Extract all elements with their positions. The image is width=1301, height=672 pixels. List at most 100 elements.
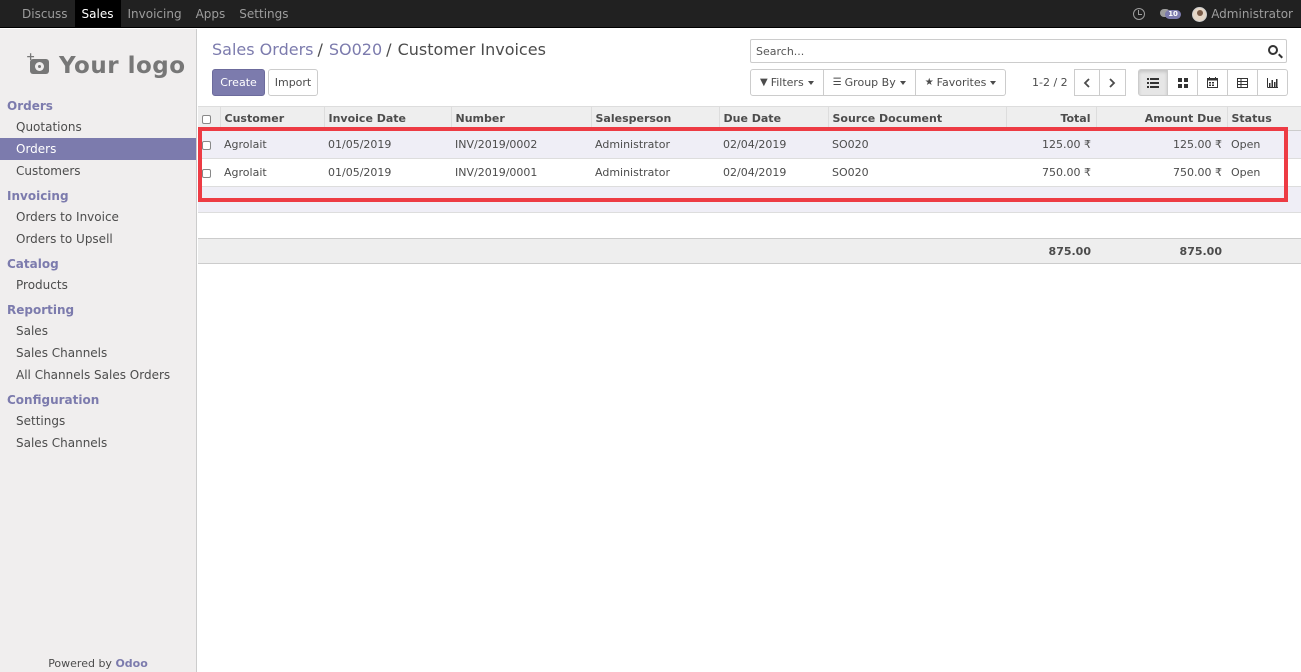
cell-number: INV/2019/0001 bbox=[451, 158, 591, 187]
caret-down-icon bbox=[807, 80, 814, 85]
calendar-view-button[interactable] bbox=[1198, 69, 1228, 96]
bars-icon: ☰ bbox=[832, 77, 842, 88]
kanban-icon bbox=[1177, 77, 1188, 88]
pivot-view-button[interactable] bbox=[1228, 69, 1258, 96]
group-by-dropdown[interactable]: ☰ Group By bbox=[823, 69, 916, 96]
messages-icon[interactable]: 10 bbox=[1160, 8, 1181, 20]
search-icon[interactable] bbox=[1268, 45, 1278, 55]
cell-status: Open bbox=[1227, 130, 1301, 159]
import-button[interactable]: Import bbox=[268, 69, 318, 96]
sidebar-item-config-sales-channels[interactable]: Sales Channels bbox=[0, 432, 196, 454]
breadcrumb-sales-orders[interactable]: Sales Orders bbox=[212, 40, 313, 59]
search-input[interactable] bbox=[751, 40, 1251, 62]
list-view-button[interactable] bbox=[1138, 69, 1168, 96]
footer-amount-due: 875.00 bbox=[1096, 238, 1227, 264]
camera-icon bbox=[30, 58, 49, 74]
calendar-icon bbox=[1207, 77, 1218, 88]
breadcrumb-so020[interactable]: SO020 bbox=[329, 40, 382, 59]
pager-previous-button[interactable] bbox=[1073, 69, 1100, 96]
user-avatar[interactable] bbox=[1192, 6, 1208, 22]
select-all-checkbox-cell[interactable] bbox=[198, 106, 220, 131]
column-header-invoice-date[interactable]: Invoice Date bbox=[323, 106, 451, 131]
sidebar-section-configuration: Configuration bbox=[7, 393, 100, 407]
pager: 1-2 / 2 bbox=[1032, 69, 1126, 96]
cell-number: INV/2019/0002 bbox=[451, 130, 591, 159]
menu-settings[interactable]: Settings bbox=[232, 0, 295, 28]
favorites-label: Favorites bbox=[936, 76, 987, 89]
breadcrumb-separator: / bbox=[386, 40, 392, 59]
pager-value[interactable]: 1-2 / 2 bbox=[1032, 76, 1068, 89]
table-header-row: Customer Invoice Date Number Salesperson… bbox=[198, 106, 1301, 131]
menu-sales[interactable]: Sales bbox=[74, 0, 121, 28]
sidebar-section-orders: Orders bbox=[7, 99, 53, 113]
column-header-amount-due[interactable]: Amount Due bbox=[1095, 106, 1227, 131]
cell-amount-due: 750.00 ₹ bbox=[1096, 158, 1227, 187]
table-row[interactable]: Agrolait 01/05/2019 INV/2019/0002 Admini… bbox=[198, 130, 1301, 159]
column-header-total[interactable]: Total bbox=[1005, 106, 1096, 131]
empty-row bbox=[198, 212, 1301, 239]
menu-invoicing[interactable]: Invoicing bbox=[121, 0, 189, 28]
powered-by-brand[interactable]: Odoo bbox=[115, 657, 147, 670]
column-header-due-date[interactable]: Due Date bbox=[718, 106, 828, 131]
cell-customer: Agrolait bbox=[220, 130, 324, 159]
create-button[interactable]: Create bbox=[212, 69, 265, 96]
sidebar-item-customers[interactable]: Customers bbox=[0, 160, 196, 182]
logo-text: Your logo bbox=[59, 53, 186, 79]
bar-chart-icon bbox=[1267, 77, 1278, 88]
row-checkbox-cell[interactable] bbox=[198, 130, 220, 159]
empty-cell bbox=[198, 212, 1301, 239]
menu-discuss[interactable]: Discuss bbox=[15, 0, 75, 28]
invoice-table: Customer Invoice Date Number Salesperson… bbox=[198, 106, 1301, 264]
activity-clock-icon[interactable] bbox=[1133, 8, 1146, 20]
list-icon bbox=[1147, 77, 1159, 88]
empty-cell bbox=[198, 186, 1301, 213]
sidebar-item-orders[interactable]: Orders bbox=[0, 138, 196, 160]
top-navbar: Discuss Sales Invoicing Apps Settings 10… bbox=[0, 0, 1301, 28]
user-menu[interactable]: Administrator bbox=[1211, 7, 1293, 21]
favorites-dropdown[interactable]: ★ Favorites bbox=[915, 69, 1007, 96]
column-header-number[interactable]: Number bbox=[450, 106, 591, 131]
column-header-source-document[interactable]: Source Document bbox=[827, 106, 1006, 131]
pager-next-button[interactable] bbox=[1099, 69, 1126, 96]
footer-total: 875.00 bbox=[1006, 238, 1096, 264]
breadcrumb: Sales Orders / SO020 / Customer Invoices bbox=[212, 40, 546, 59]
view-switcher bbox=[1138, 69, 1288, 96]
breadcrumb-separator: / bbox=[317, 40, 323, 59]
star-icon: ★ bbox=[924, 77, 934, 88]
sidebar-item-settings[interactable]: Settings bbox=[0, 410, 196, 432]
powered-by: Powered by Odoo bbox=[0, 657, 196, 670]
empty-row bbox=[198, 186, 1301, 213]
cell-salesperson: Administrator bbox=[591, 130, 719, 159]
chevron-left-icon bbox=[1083, 77, 1090, 88]
sidebar-item-quotations[interactable]: Quotations bbox=[0, 116, 196, 138]
row-checkbox[interactable] bbox=[202, 140, 211, 150]
cell-customer: Agrolait bbox=[220, 158, 324, 187]
graph-view-button[interactable] bbox=[1258, 69, 1288, 96]
search-box bbox=[750, 39, 1287, 63]
column-header-salesperson[interactable]: Salesperson bbox=[590, 106, 719, 131]
filters-dropdown[interactable]: ▼ Filters bbox=[750, 69, 824, 96]
column-header-status[interactable]: Status bbox=[1226, 106, 1301, 131]
cell-source-document: SO020 bbox=[828, 130, 1006, 159]
footer-status-spacer bbox=[1227, 238, 1301, 264]
row-checkbox[interactable] bbox=[202, 168, 211, 178]
sidebar-item-sales-channels[interactable]: Sales Channels bbox=[0, 342, 196, 364]
footer-spacer bbox=[198, 238, 1006, 264]
kanban-view-button[interactable] bbox=[1168, 69, 1198, 96]
sidebar-item-all-channels-sales-orders[interactable]: All Channels Sales Orders bbox=[0, 364, 196, 386]
sidebar-item-orders-to-invoice[interactable]: Orders to Invoice bbox=[0, 206, 196, 228]
table-row[interactable]: Agrolait 01/05/2019 INV/2019/0001 Admini… bbox=[198, 158, 1301, 187]
caret-down-icon bbox=[990, 80, 997, 85]
filters-label: Filters bbox=[770, 76, 804, 89]
sidebar-item-orders-to-upsell[interactable]: Orders to Upsell bbox=[0, 228, 196, 250]
table-footer-row: 875.00 875.00 bbox=[198, 238, 1301, 264]
caret-down-icon bbox=[899, 80, 906, 85]
sidebar-item-products[interactable]: Products bbox=[0, 274, 196, 296]
select-all-checkbox[interactable] bbox=[202, 114, 211, 124]
menu-apps[interactable]: Apps bbox=[189, 0, 233, 28]
company-logo[interactable]: + Your logo bbox=[26, 50, 186, 81]
sidebar-item-sales[interactable]: Sales bbox=[0, 320, 196, 342]
row-checkbox-cell[interactable] bbox=[198, 158, 220, 187]
column-header-customer[interactable]: Customer bbox=[219, 106, 324, 131]
app-menu: Discuss Sales Invoicing Apps Settings bbox=[15, 0, 296, 28]
